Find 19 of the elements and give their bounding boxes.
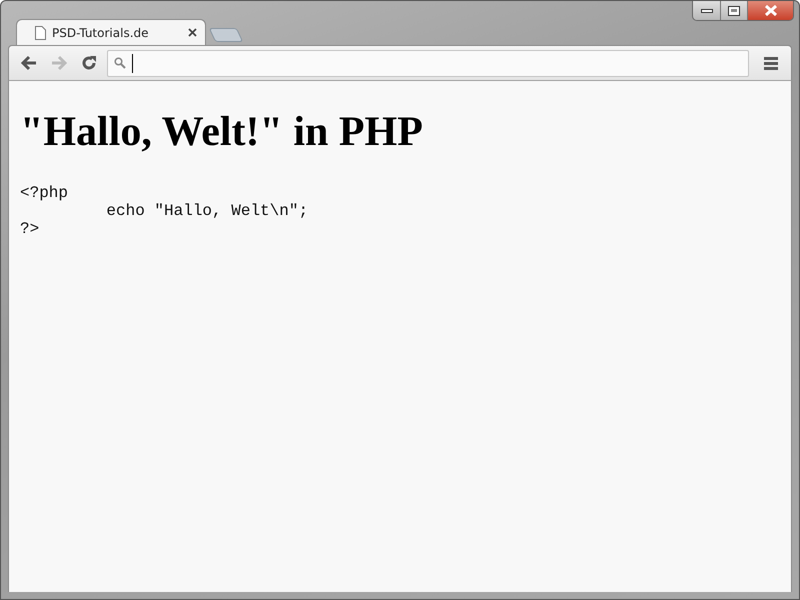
close-icon [764, 5, 778, 16]
text-cursor [132, 54, 133, 72]
minimize-icon [700, 8, 712, 14]
close-button[interactable] [747, 1, 793, 20]
back-arrow-icon [20, 55, 38, 71]
document-icon [35, 26, 46, 40]
code-line: echo "Hallo, Welt\n"; [105, 202, 308, 220]
forward-arrow-icon [50, 55, 68, 71]
code-line: ?> [20, 220, 40, 238]
search-icon [114, 56, 126, 68]
code-line: <?php [20, 184, 68, 202]
menu-icon [764, 56, 778, 70]
browser-tab[interactable]: PSD-Tutorials.de [16, 19, 206, 45]
close-icon[interactable] [188, 28, 197, 37]
page-heading: "Hallo, Welt!" in PHP [20, 108, 423, 156]
maximize-icon [728, 6, 740, 16]
minimize-button[interactable] [693, 1, 720, 20]
maximize-button[interactable] [720, 1, 747, 20]
reload-icon [81, 55, 97, 71]
